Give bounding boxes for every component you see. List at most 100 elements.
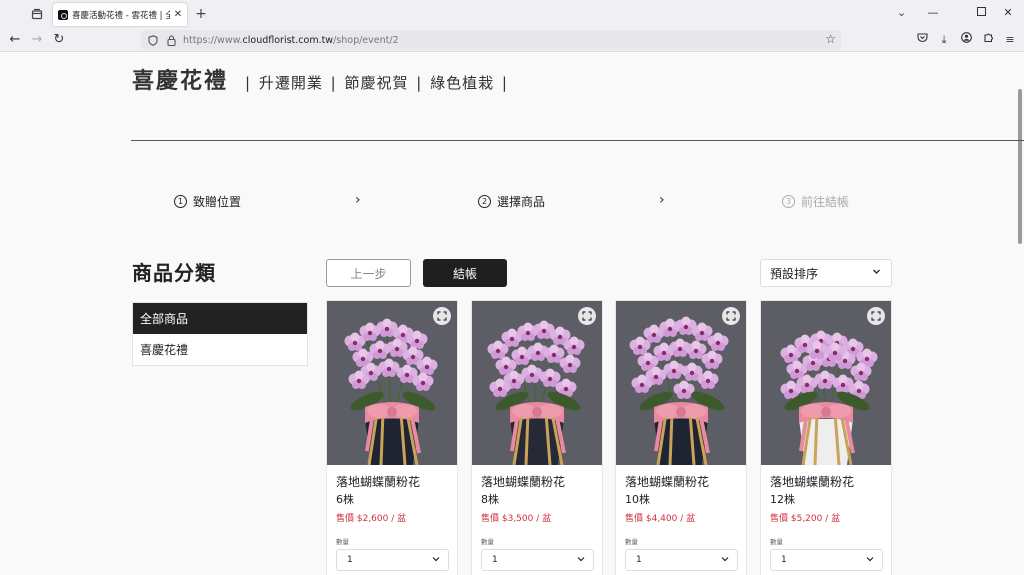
- previous-step-button[interactable]: 上一步: [326, 259, 411, 287]
- url-host: cloudflorist.com.tw: [242, 34, 334, 46]
- url-path: /shop/event/2: [333, 34, 399, 46]
- checkout-button[interactable]: 結帳: [423, 259, 507, 287]
- quantity-label: 數量: [481, 538, 494, 546]
- chevron-down-icon: [721, 555, 729, 565]
- product-stem-count: 6株: [336, 493, 354, 506]
- product-name[interactable]: 落地蝴蝶蘭粉花: [481, 473, 565, 490]
- category-title: 商品分類: [132, 261, 216, 285]
- header-divider: [131, 140, 1024, 141]
- product-price: 售價 $4,400 / 盆: [625, 514, 696, 524]
- browser-tab-active[interactable]: 喜慶活動花禮 - 雲花禮 | 全台花 ✕: [53, 3, 187, 26]
- quantity-select-value: 1: [347, 555, 353, 565]
- product-price: 售價 $3,500 / 盆: [481, 514, 552, 524]
- tab-close-icon[interactable]: ✕: [173, 9, 183, 20]
- chevron-down-icon: [432, 555, 440, 565]
- maximize-icon[interactable]: [973, 5, 989, 21]
- chevron-right-icon: ›: [659, 192, 665, 208]
- url-bar[interactable]: https://www.cloudflorist.com.tw/shop/eve…: [141, 30, 841, 50]
- product-image[interactable]: [327, 301, 457, 465]
- tab-bar: 喜慶活動花禮 - 雲花禮 | 全台花 ✕ + ⌄ — ✕: [0, 0, 1024, 28]
- quantity-select-value: 1: [781, 555, 787, 565]
- product-card[interactable]: 落地蝴蝶蘭粉花 6株 售價 $2,600 / 盆 數量 1: [326, 300, 458, 575]
- chevron-down-icon: [577, 555, 585, 565]
- step-label: 選擇商品: [497, 195, 546, 209]
- product-grid: 落地蝴蝶蘭粉花 6株 售價 $2,600 / 盆 數量 1 落地蝴蝶蘭粉花 8株…: [326, 300, 892, 575]
- step-checkout: 3 前往結帳: [782, 193, 849, 210]
- category-item-celebration[interactable]: 喜慶花禮: [133, 334, 307, 365]
- step-label: 前往結帳: [801, 195, 850, 209]
- tab-title: 喜慶活動花禮 - 雲花禮 | 全台花: [72, 10, 170, 21]
- site-favicon-icon: [58, 9, 68, 20]
- category-item-all[interactable]: 全部商品: [133, 303, 307, 334]
- product-price: 售價 $2,600 / 盆: [336, 514, 407, 524]
- step-delivery-location[interactable]: 1 致贈位置: [174, 193, 241, 210]
- url-scheme: https://www.: [183, 34, 243, 46]
- subnav-link-festival[interactable]: 節慶祝賀: [344, 74, 408, 92]
- account-icon[interactable]: [958, 32, 974, 48]
- shield-icon[interactable]: [147, 34, 159, 46]
- chevron-down-icon: [866, 555, 874, 565]
- product-card[interactable]: 落地蝴蝶蘭粉花 8株 售價 $3,500 / 盆 數量 1: [471, 300, 603, 575]
- menu-hamburger-icon[interactable]: ≡: [1002, 32, 1018, 48]
- sort-select-value: 預設排序: [770, 266, 819, 281]
- reload-icon[interactable]: ↻: [51, 31, 67, 49]
- quantity-select[interactable]: 1: [481, 549, 594, 571]
- new-tab-button[interactable]: +: [193, 5, 209, 23]
- forward-arrow-icon[interactable]: →: [29, 31, 45, 49]
- product-stem-count: 10株: [625, 493, 650, 506]
- product-card[interactable]: 落地蝴蝶蘭粉花 10株 售價 $4,400 / 盆 數量 1: [615, 300, 747, 575]
- subnav-separator: |: [245, 74, 252, 92]
- back-arrow-icon[interactable]: ←: [7, 31, 23, 49]
- subnav-separator: |: [416, 74, 423, 92]
- browser-chrome: 喜慶活動花禮 - 雲花禮 | 全台花 ✕ + ⌄ — ✕ ← → ↻ https…: [0, 0, 1024, 52]
- step-number: 1: [174, 195, 187, 208]
- subnav-separator: |: [330, 74, 337, 92]
- lock-icon[interactable]: [165, 34, 177, 46]
- expand-image-icon[interactable]: [867, 307, 885, 325]
- pocket-icon[interactable]: [914, 32, 930, 48]
- url-text: https://www.cloudflorist.com.tw/shop/eve…: [183, 35, 399, 46]
- product-stem-count: 8株: [481, 493, 499, 506]
- download-icon[interactable]: ⤓: [936, 32, 952, 48]
- expand-image-icon[interactable]: [433, 307, 451, 325]
- sort-select[interactable]: 預設排序: [760, 259, 892, 287]
- minimize-icon[interactable]: —: [925, 5, 941, 21]
- page-scrollbar[interactable]: [1018, 89, 1022, 244]
- quantity-label: 數量: [336, 538, 349, 546]
- expand-image-icon[interactable]: [722, 307, 740, 325]
- quantity-select-value: 1: [636, 555, 642, 565]
- tab-overflow-chevron-icon[interactable]: ⌄: [897, 6, 906, 19]
- quantity-label: 數量: [770, 538, 783, 546]
- checkout-steps: 1 致贈位置 › 2 選擇商品 › 3 前往結帳: [0, 192, 1024, 217]
- window-close-icon[interactable]: ✕: [1000, 5, 1016, 21]
- subnav-separator: |: [501, 74, 508, 92]
- product-name[interactable]: 落地蝴蝶蘭粉花: [770, 473, 854, 490]
- sub-navigation: | 升遷開業 | 節慶祝賀 | 綠色植栽 |: [244, 72, 509, 93]
- quantity-label: 數量: [625, 538, 638, 546]
- quantity-select[interactable]: 1: [770, 549, 883, 571]
- product-image[interactable]: [472, 301, 602, 465]
- quantity-select-value: 1: [492, 555, 498, 565]
- product-stem-count: 12株: [770, 493, 795, 506]
- chevron-down-icon: [872, 267, 881, 279]
- product-price: 售價 $5,200 / 盆: [770, 514, 841, 524]
- product-name[interactable]: 落地蝴蝶蘭粉花: [625, 473, 709, 490]
- product-card[interactable]: 落地蝴蝶蘭粉花 12株 售價 $5,200 / 盆 數量 1: [760, 300, 892, 575]
- page-content: 喜慶花禮 | 升遷開業 | 節慶祝賀 | 綠色植栽 | 1 致贈位置 › 2 選…: [0, 53, 1024, 575]
- quantity-select[interactable]: 1: [336, 549, 449, 571]
- step-number: 3: [782, 195, 795, 208]
- product-image[interactable]: [761, 301, 891, 465]
- step-select-product[interactable]: 2 選擇商品: [478, 193, 545, 210]
- product-name[interactable]: 落地蝴蝶蘭粉花: [336, 473, 420, 490]
- expand-image-icon[interactable]: [578, 307, 596, 325]
- chevron-right-icon: ›: [355, 192, 361, 208]
- subnav-link-promotion[interactable]: 升遷開業: [259, 74, 323, 92]
- quantity-select[interactable]: 1: [625, 549, 738, 571]
- tab-list-icon[interactable]: [28, 5, 46, 23]
- product-image[interactable]: [616, 301, 746, 465]
- extensions-icon[interactable]: [980, 32, 996, 48]
- category-list: 全部商品 喜慶花禮: [132, 302, 308, 366]
- subnav-link-plants[interactable]: 綠色植栽: [430, 74, 494, 92]
- watermark-text: https://hellosean.com/hellofig: [22, 553, 216, 566]
- bookmark-star-icon[interactable]: ☆: [825, 32, 836, 46]
